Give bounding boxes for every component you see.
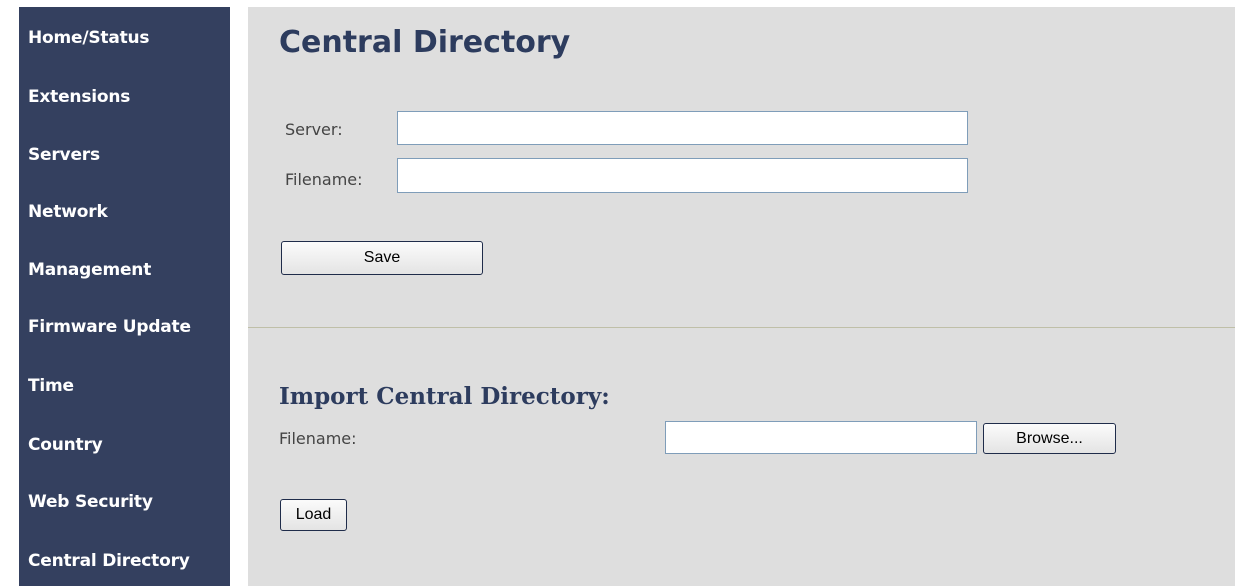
filename-label: Filename:: [285, 170, 363, 189]
load-button[interactable]: Load: [280, 499, 347, 531]
sidebar-item-firmware-update[interactable]: Firmware Update: [28, 317, 191, 337]
sidebar-item-central-directory[interactable]: Central Directory: [28, 551, 190, 571]
sidebar-item-home-status[interactable]: Home/Status: [28, 28, 150, 48]
sidebar-item-time[interactable]: Time: [28, 376, 74, 396]
sidebar-item-management[interactable]: Management: [28, 260, 151, 280]
import-section-title: Import Central Directory:: [279, 383, 610, 410]
content-panel: Central Directory Server: Filename: Save…: [248, 7, 1235, 586]
save-button[interactable]: Save: [281, 241, 483, 275]
sidebar-item-web-security[interactable]: Web Security: [28, 492, 153, 512]
section-divider: [248, 327, 1235, 328]
import-file-input[interactable]: [665, 421, 977, 454]
server-input[interactable]: [397, 111, 968, 145]
server-label: Server:: [285, 120, 343, 139]
app-window: Home/Status Extensions Servers Network M…: [0, 0, 1235, 586]
browse-button[interactable]: Browse...: [983, 423, 1116, 454]
sidebar-item-extensions[interactable]: Extensions: [28, 87, 130, 107]
import-filename-label: Filename:: [279, 429, 357, 448]
sidebar-item-country[interactable]: Country: [28, 435, 103, 455]
sidebar: Home/Status Extensions Servers Network M…: [19, 7, 230, 586]
filename-input[interactable]: [397, 158, 968, 193]
page-title: Central Directory: [279, 25, 571, 60]
sidebar-item-servers[interactable]: Servers: [28, 145, 100, 165]
sidebar-item-network[interactable]: Network: [28, 202, 108, 222]
